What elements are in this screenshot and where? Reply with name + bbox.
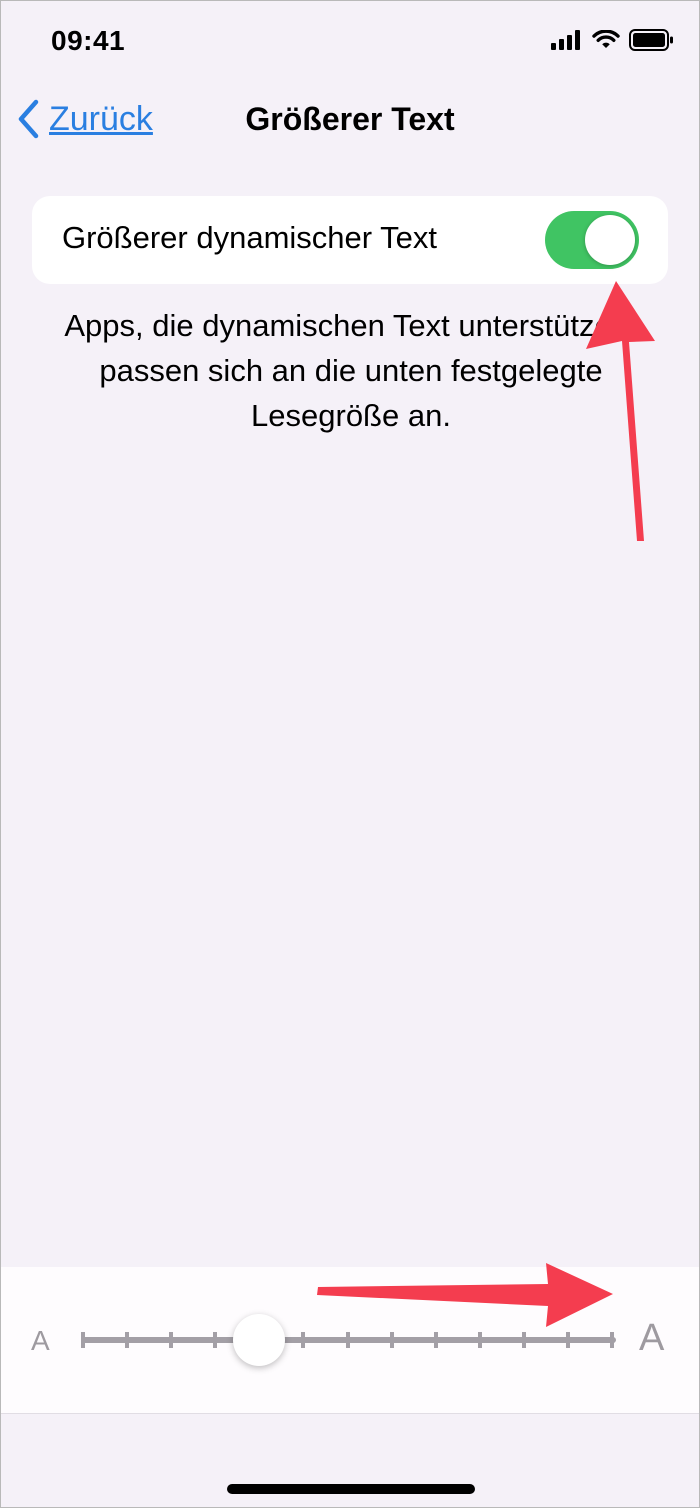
screen: 09:41 Zurück Größerer Text Größerer dyna…: [0, 0, 700, 1508]
annotation-arrows: [317, 281, 655, 1327]
annotation-arrow-right: [317, 1263, 613, 1327]
annotation-arrow-up: [586, 281, 655, 541]
